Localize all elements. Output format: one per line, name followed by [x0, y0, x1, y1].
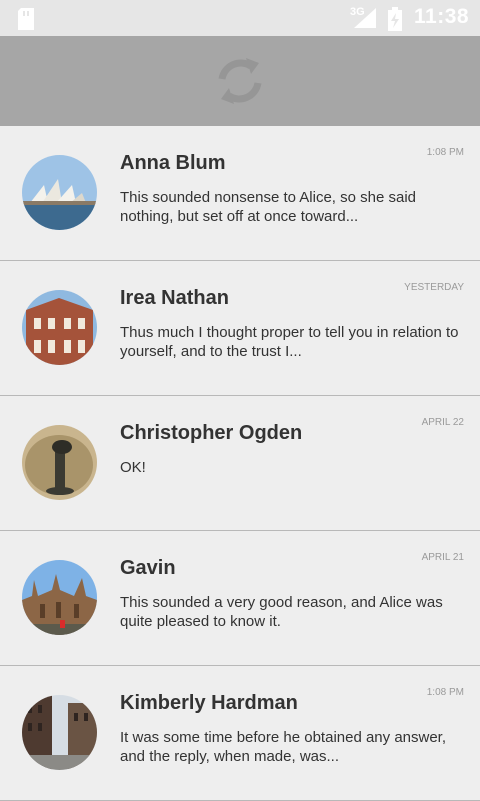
list-item[interactable]: Gavin APRIL 21 This sounded a very good …	[0, 531, 480, 666]
message-preview: This sounded nonsense to Alice, so she s…	[120, 189, 417, 225]
message-preview: Thus much I thought proper to tell you i…	[120, 324, 459, 360]
message-preview: This sounded a very good reason, and Ali…	[120, 594, 443, 630]
list-item[interactable]: Christopher Ogden APRIL 22 OK!	[0, 396, 480, 531]
contact-name: Gavin	[120, 557, 176, 579]
clock: 11:38	[414, 5, 470, 28]
avatar	[22, 560, 97, 635]
avatar	[22, 155, 97, 230]
battery-charging-icon	[388, 7, 402, 36]
message-time: APRIL 21	[421, 552, 464, 563]
message-preview: It was some time before he obtained any …	[120, 729, 447, 765]
sd-card-icon	[16, 8, 36, 35]
pull-to-refresh[interactable]	[0, 36, 480, 126]
message-time: YESTERDAY	[404, 282, 464, 293]
message-time: 1:08 PM	[426, 687, 464, 698]
list-item[interactable]: Anna Blum 1:08 PM This sounded nonsense …	[0, 126, 480, 261]
message-preview: OK!	[120, 459, 146, 476]
contact-name: Kimberly Hardman	[120, 692, 298, 714]
contact-name: Christopher Ogden	[120, 422, 303, 444]
avatar	[22, 695, 97, 770]
status-bar: 3G 11:38	[0, 0, 480, 36]
list-item[interactable]: Irea Nathan YESTERDAY Thus much I though…	[0, 261, 480, 396]
contact-name: Irea Nathan	[120, 287, 229, 309]
avatar	[22, 290, 97, 365]
message-time: APRIL 22	[421, 417, 464, 428]
list-item[interactable]: Kimberly Hardman 1:08 PM It was some tim…	[0, 666, 480, 801]
message-time: 1:08 PM	[426, 147, 464, 158]
refresh-icon[interactable]	[213, 54, 267, 113]
avatar	[22, 425, 97, 500]
contact-name: Anna Blum	[120, 152, 226, 174]
conversation-list: Anna Blum 1:08 PM This sounded nonsense …	[0, 126, 480, 801]
signal-icon	[354, 8, 376, 33]
